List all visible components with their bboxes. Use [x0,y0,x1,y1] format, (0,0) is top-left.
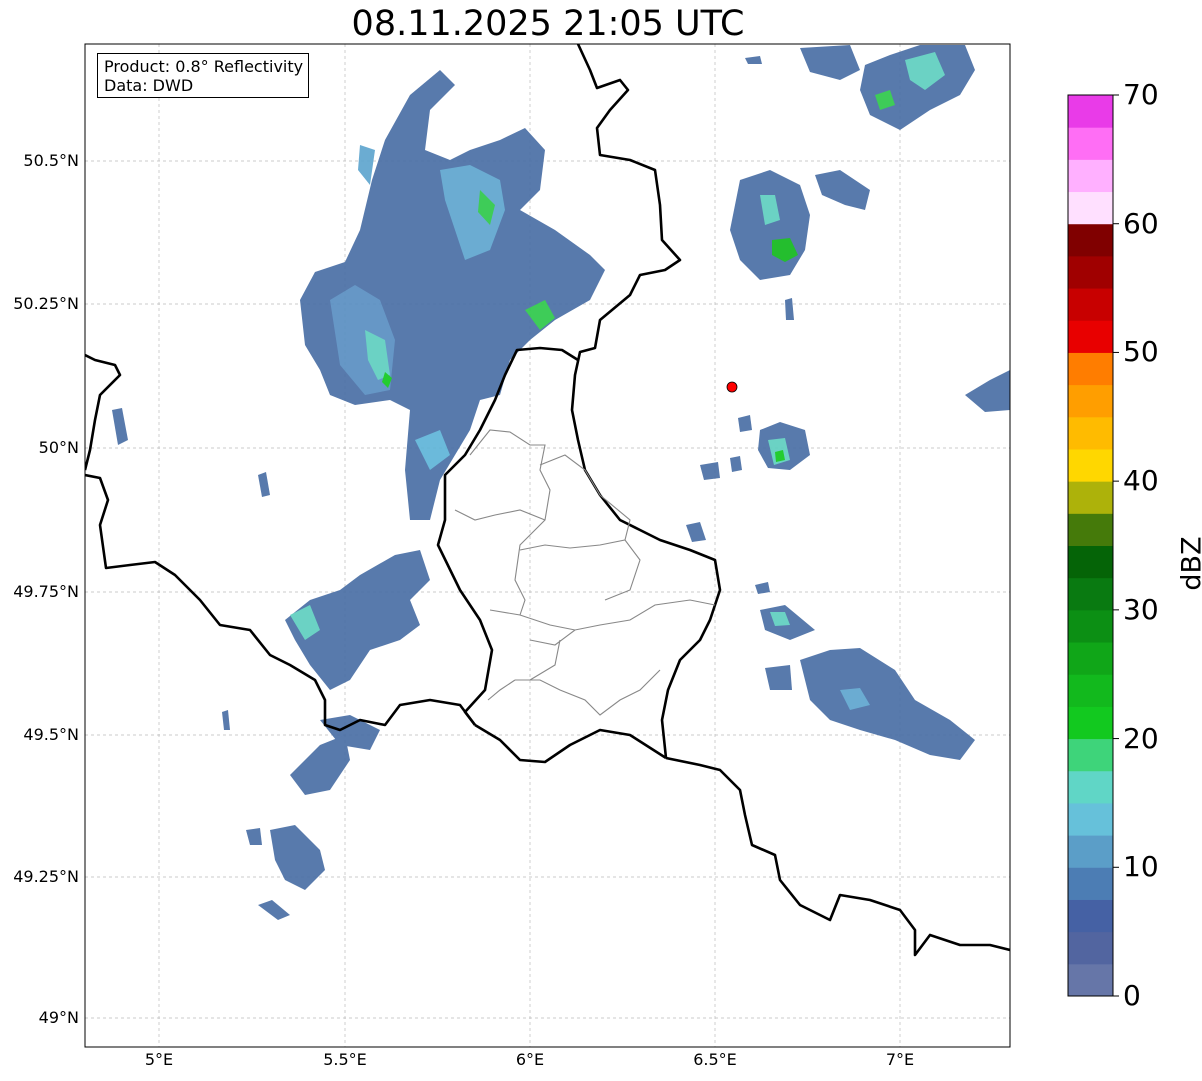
lat-label: 49.75°N [13,582,79,601]
lon-label: 6°E [515,1050,545,1069]
lon-label: 5.5°E [323,1050,367,1069]
product-label: Product: 0.8° Reflectivity [104,57,304,76]
data-source-label: Data: DWD [104,76,194,95]
colorbar-tick-label: 40 [1123,464,1159,497]
colorbar-tick-label: 50 [1123,335,1159,368]
lon-label: 7°E [885,1050,915,1069]
lon-label: 5°E [144,1050,174,1069]
lat-label: 50°N [38,438,79,457]
precipitation-echoes [112,45,1010,920]
lat-label: 49.5°N [23,725,79,744]
map-title: 08.11.2025 21:05 UTC [351,4,745,44]
radar-map [84,43,1011,1048]
colorbar-tick-label: 70 [1123,78,1159,111]
colorbar-unit-label: dBZ [1176,536,1202,591]
lat-label: 49°N [38,1008,79,1027]
info-box: Product: 0.8° Reflectivity Data: DWD [97,53,310,98]
colorbar-tick-label: 60 [1123,207,1159,240]
radar-site-marker [726,381,738,393]
colorbar-tick-label: 10 [1123,850,1159,883]
lat-label: 50.25°N [13,294,79,313]
country-borders [85,44,1010,957]
lat-label: 49.25°N [13,867,79,886]
colorbar-tick-label: 30 [1123,593,1159,626]
lon-label: 6.5°E [693,1050,737,1069]
colorbar-tick-label: 20 [1123,722,1159,755]
colorbar-tick-label: 0 [1123,979,1141,1012]
lat-label: 50.5°N [23,151,79,170]
